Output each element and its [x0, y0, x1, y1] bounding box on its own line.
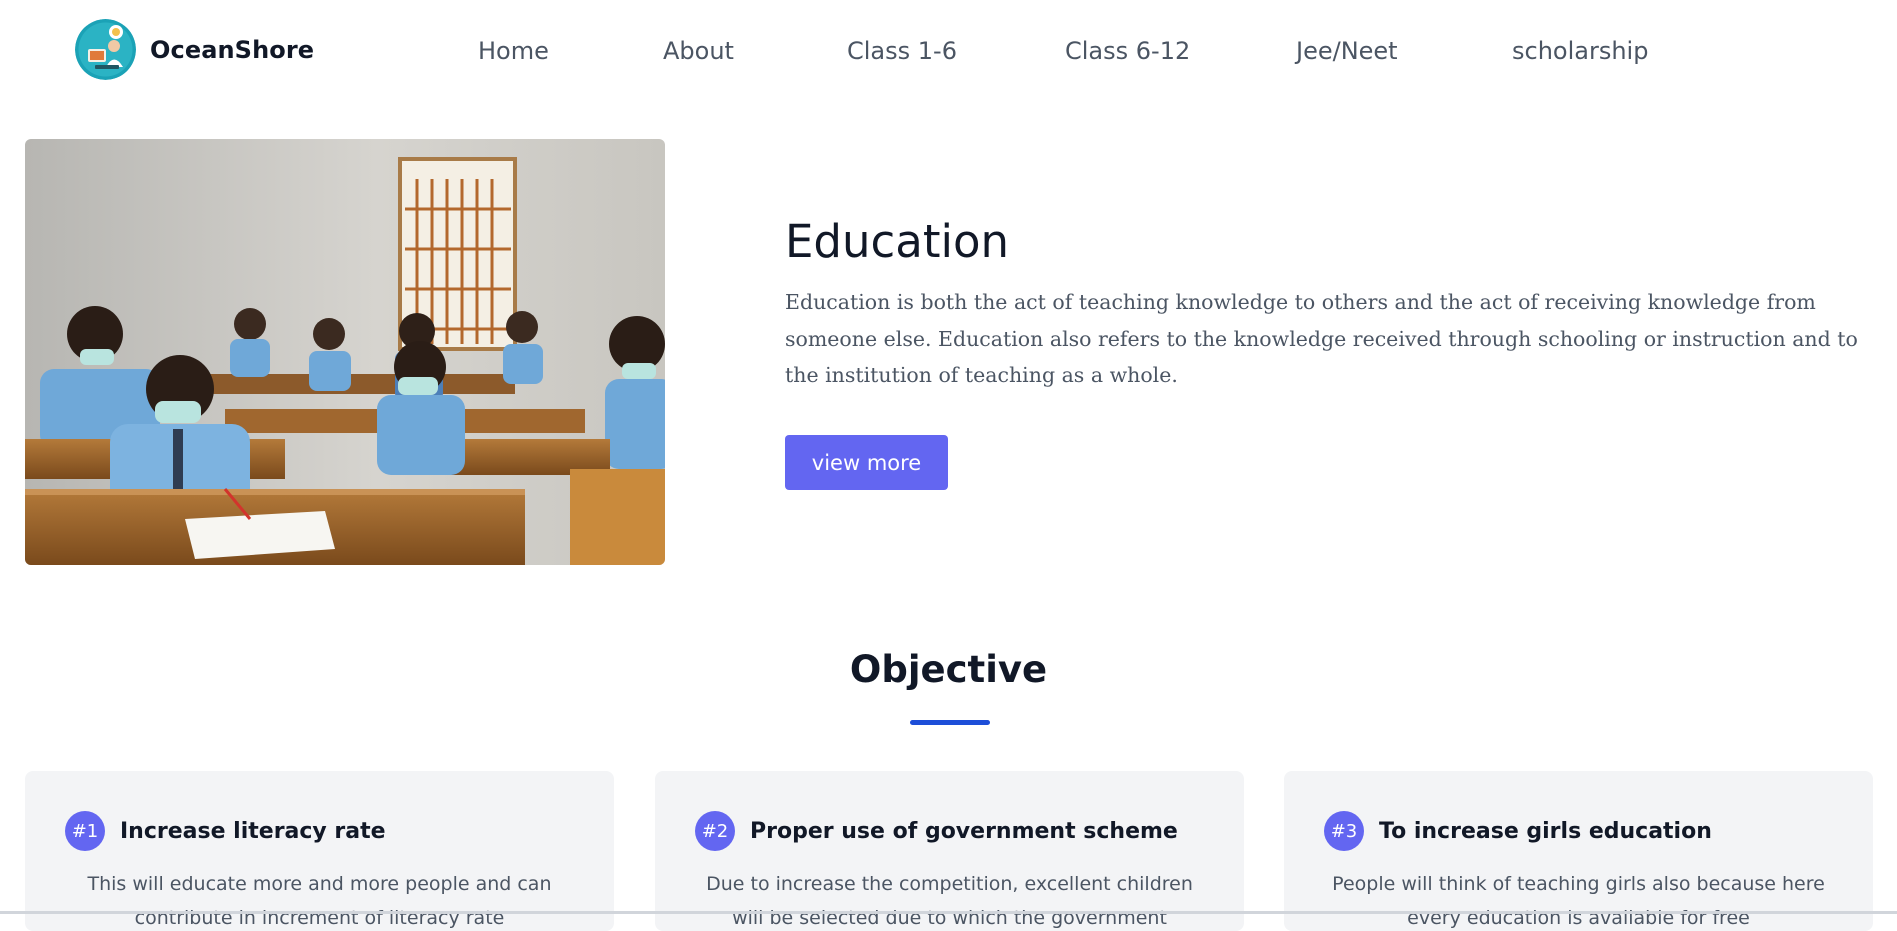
nav-about[interactable]: About — [663, 31, 734, 71]
card-title: Proper use of government scheme — [750, 818, 1178, 844]
objective-heading: Objective — [849, 648, 1048, 691]
card-header: #3 To increase girls education — [1324, 811, 1712, 851]
card-header: #2 Proper use of government scheme — [695, 811, 1178, 851]
nav-scholarship[interactable]: scholarship — [1512, 31, 1648, 71]
card-badge: #3 — [1324, 811, 1364, 851]
nav-class-1-6[interactable]: Class 1-6 — [847, 31, 957, 71]
objective-card-1: #1 Increase literacy rate This will educ… — [25, 771, 614, 931]
card-text: Due to increase the competition, excelle… — [706, 873, 1193, 929]
card-title: Increase literacy rate — [120, 818, 386, 844]
hero-title: Education — [785, 215, 1010, 268]
card-badge: #2 — [695, 811, 735, 851]
site-header: OceanShore Home About Class 1-6 Class 6-… — [0, 0, 1897, 100]
card-text: People will think of teaching girls also… — [1332, 873, 1825, 929]
card-text: This will educate more and more people a… — [87, 873, 552, 929]
objective-card-2: #2 Proper use of government scheme Due t… — [655, 771, 1244, 931]
card-title: To increase girls education — [1379, 818, 1712, 844]
view-more-button[interactable]: view more — [785, 435, 948, 490]
card-header: #1 Increase literacy rate — [65, 811, 386, 851]
objective-underline — [910, 720, 990, 725]
nav-home[interactable]: Home — [478, 31, 549, 71]
hero-description: Education is both the act of teaching kn… — [785, 290, 1858, 387]
classroom-photo — [25, 139, 665, 565]
main-nav: Home About Class 1-6 Class 6-12 Jee/Neet… — [0, 31, 1897, 71]
card-badge: #1 — [65, 811, 105, 851]
nav-class-6-12[interactable]: Class 6-12 — [1065, 31, 1190, 71]
nav-jee-neet[interactable]: Jee/Neet — [1296, 31, 1398, 71]
objective-card-3: #3 To increase girls education People wi… — [1284, 771, 1873, 931]
